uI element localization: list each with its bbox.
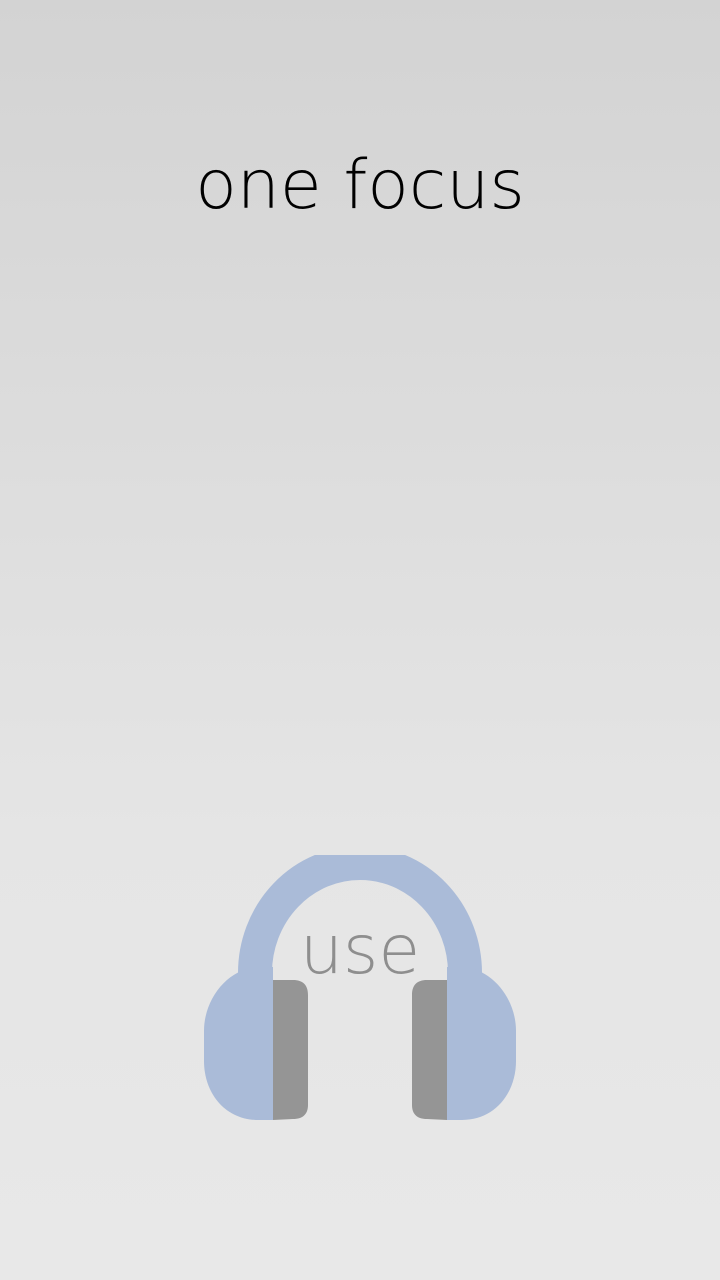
app-screen: one focus use [0, 0, 720, 1280]
right-ear-cushion [412, 980, 447, 1120]
page-title: one focus [195, 146, 525, 225]
left-ear-cushion [273, 980, 308, 1120]
use-label: use [299, 911, 421, 990]
use-headphones-button[interactable]: use [200, 855, 520, 1125]
